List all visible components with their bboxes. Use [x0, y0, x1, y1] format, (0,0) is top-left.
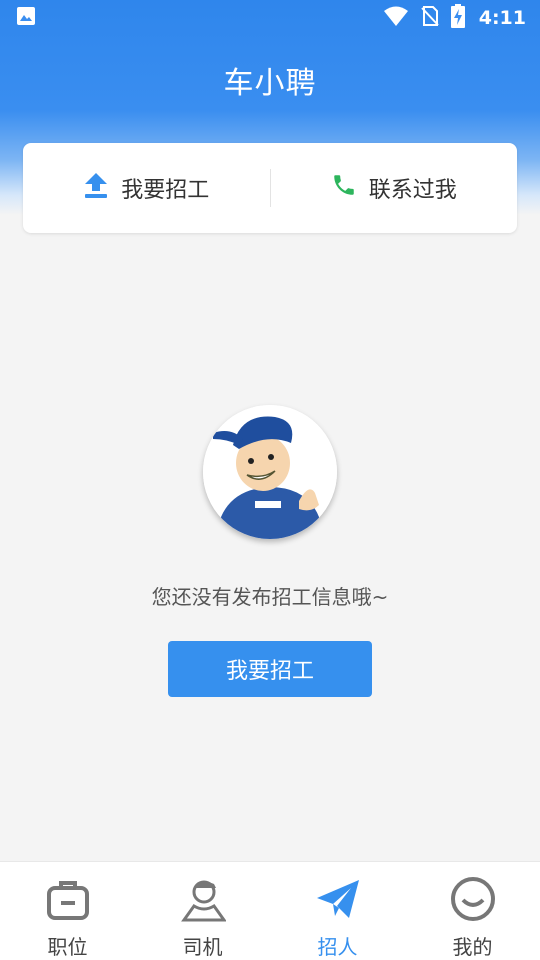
- briefcase-icon: [45, 876, 91, 926]
- action-card: 我要招工 联系过我: [23, 143, 517, 233]
- battery-charging-icon: [450, 4, 465, 32]
- status-time: 4:11: [478, 7, 526, 29]
- no-sim-icon: [421, 5, 439, 31]
- nav-item-recruit[interactable]: 招人: [270, 862, 405, 960]
- gallery-notification-icon: [16, 6, 36, 30]
- nav-label-mine: 我的: [452, 935, 493, 959]
- post-job-label: 我要招工: [121, 178, 210, 203]
- nav-item-jobs[interactable]: 职位: [0, 862, 135, 960]
- post-job-action[interactable]: 我要招工: [23, 143, 270, 233]
- nav-label-drivers: 司机: [182, 935, 223, 959]
- post-job-button[interactable]: 我要招工: [168, 641, 372, 697]
- empty-state: 您还没有发布招工信息哦~ 我要招工: [0, 405, 540, 697]
- nav-label-recruit: 招人: [317, 935, 358, 959]
- empty-message: 您还没有发布招工信息哦~: [151, 585, 389, 609]
- mascot-avatar: [203, 405, 337, 539]
- app-title: 车小聘: [223, 66, 317, 101]
- nav-item-drivers[interactable]: 司机: [135, 862, 270, 960]
- nav-item-mine[interactable]: 我的: [405, 862, 540, 960]
- upload-icon: [83, 171, 109, 205]
- contacted-me-label: 联系过我: [368, 178, 457, 203]
- paper-plane-icon: [315, 876, 361, 926]
- driver-icon: [180, 876, 227, 926]
- smiley-icon: [450, 876, 496, 926]
- contacted-me-action[interactable]: 联系过我: [271, 143, 518, 233]
- status-bar: 4:11: [0, 0, 540, 36]
- bottom-nav: 职位 司机 招人 我的: [0, 861, 540, 960]
- phone-icon: [331, 172, 357, 204]
- nav-label-jobs: 职位: [47, 935, 88, 959]
- wifi-icon: [383, 5, 409, 31]
